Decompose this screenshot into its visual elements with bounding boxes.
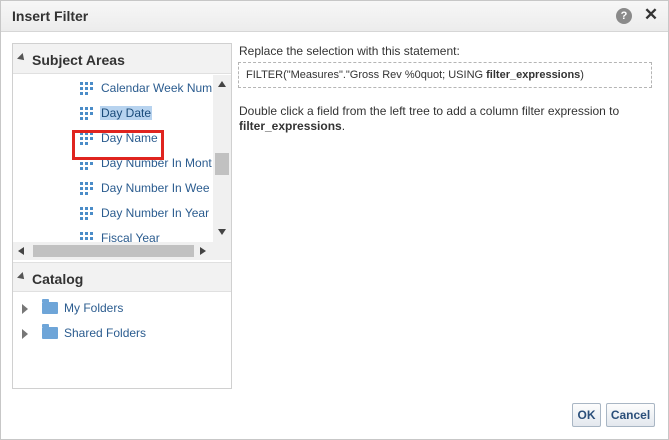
expand-triangle-icon[interactable]: [22, 329, 28, 339]
column-icon: [80, 232, 93, 242]
column-icon: [80, 82, 93, 95]
folder-icon: [42, 324, 58, 339]
column-icon: [80, 207, 93, 220]
catalog-header[interactable]: Catalog: [13, 262, 231, 292]
scroll-left-arrow-icon[interactable]: [18, 247, 24, 255]
instructions-description: Double click a field from the left tree …: [239, 104, 620, 133]
cancel-button[interactable]: Cancel: [606, 403, 655, 427]
vertical-scrollbar[interactable]: [213, 75, 231, 242]
scroll-corner: [213, 242, 231, 260]
folder-label: Shared Folders: [64, 326, 147, 340]
column-icon: [80, 107, 93, 120]
scroll-right-arrow-icon[interactable]: [200, 247, 206, 255]
dialog-title: Insert Filter: [12, 8, 89, 24]
subject-areas-header[interactable]: Subject Areas: [13, 44, 231, 74]
expand-triangle-icon[interactable]: [22, 304, 28, 314]
close-icon[interactable]: ✕: [642, 5, 660, 25]
column-icon: [80, 182, 93, 195]
left-tree-panel: Subject Areas Calendar Week Num Day Date…: [12, 43, 232, 389]
dialog-titlebar: Insert Filter ? ✕: [1, 1, 668, 32]
tree-item-label: Fiscal Year: [101, 231, 160, 242]
ok-button[interactable]: OK: [572, 403, 601, 427]
folder-label: My Folders: [64, 301, 124, 315]
subject-areas-label: Subject Areas: [32, 52, 125, 68]
scroll-up-arrow-icon[interactable]: [218, 81, 226, 87]
vertical-scroll-thumb[interactable]: [215, 153, 229, 175]
catalog-label: Catalog: [32, 271, 84, 287]
collapse-triangle-icon[interactable]: [17, 53, 27, 63]
folder-icon: [42, 299, 58, 314]
tree-item-label: Day Number In Year: [101, 206, 210, 220]
filter-statement-text: FILTER("Measures"."Gross Rev %0quot; USI…: [246, 69, 584, 81]
help-icon[interactable]: ?: [616, 8, 632, 24]
filter-statement-box[interactable]: FILTER("Measures"."Gross Rev %0quot; USI…: [238, 62, 652, 88]
collapse-triangle-icon[interactable]: [17, 272, 27, 282]
horizontal-scroll-thumb[interactable]: [33, 245, 194, 257]
insert-filter-dialog: Insert Filter ? ✕ Subject Areas Calendar…: [0, 0, 669, 440]
subject-areas-tree[interactable]: Calendar Week Num Day Date Day Name Day …: [13, 75, 213, 242]
selection-highlight-box: [72, 130, 164, 160]
scroll-down-arrow-icon[interactable]: [218, 229, 226, 235]
tree-item-label: Calendar Week Num: [101, 81, 213, 95]
tree-item-label-selected: Day Date: [100, 106, 153, 120]
statement-instruction: Replace the selection with this statemen…: [239, 44, 460, 58]
horizontal-scrollbar[interactable]: [13, 242, 213, 260]
tree-item-label: Day Number In Wee: [101, 181, 210, 195]
